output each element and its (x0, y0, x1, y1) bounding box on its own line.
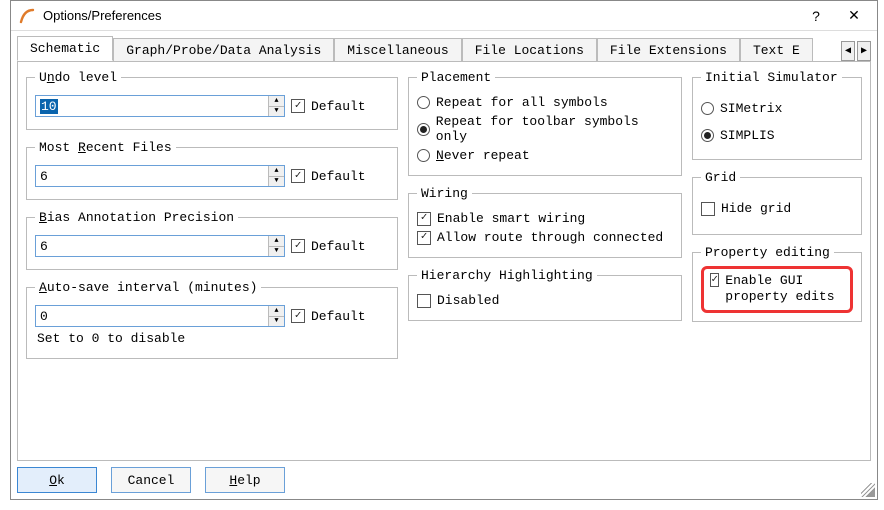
spin-down-icon[interactable]: ▼ (269, 107, 284, 117)
help-button[interactable]: ? (797, 2, 835, 30)
bias-precision-spinner[interactable]: ▲▼ (35, 235, 285, 257)
recent-default-checkbox[interactable] (291, 169, 305, 183)
legend-hierarchy: Hierarchy Highlighting (417, 268, 597, 283)
undo-level-spinner[interactable]: 10 ▲▼ (35, 95, 285, 117)
tab-file-locations[interactable]: File Locations (462, 38, 597, 62)
tab-schematic[interactable]: Schematic (17, 36, 113, 61)
hide-grid-checkbox[interactable] (701, 202, 715, 216)
group-hierarchy-highlighting: Hierarchy Highlighting Disabled (408, 268, 682, 321)
dialog-footer: Ok Cancel Help (17, 467, 285, 493)
group-wiring: Wiring Enable smart wiring Allow route t… (408, 186, 682, 258)
group-bias-precision: Bias Annotation Precision ▲▼ Default (26, 210, 398, 270)
simetrix-radio[interactable] (701, 102, 714, 115)
route-through-checkbox[interactable] (417, 231, 431, 245)
titlebar[interactable]: Options/Preferences ? ✕ (11, 1, 877, 31)
group-initial-simulator: Initial Simulator SIMetrix SIMPLIS (692, 70, 862, 160)
simplis-label: SIMPLIS (720, 128, 775, 143)
spin-down-icon[interactable]: ▼ (269, 317, 284, 327)
resize-grip-icon[interactable] (861, 483, 875, 497)
legend-autosave: Auto-save interval (minutes) (35, 280, 261, 295)
smart-wiring-label: Enable smart wiring (437, 211, 585, 226)
placement-repeat-all-label: Repeat for all symbols (436, 95, 608, 110)
tab-scroll-arrows: ◀ ▶ (841, 41, 871, 61)
recent-files-spinner[interactable]: ▲▼ (35, 165, 285, 187)
highlighted-enable-gui-edits: Enable GUI property edits (701, 266, 853, 313)
spin-up-icon[interactable]: ▲ (269, 306, 284, 317)
legend-recent: Most Recent Files (35, 140, 176, 155)
autosave-spinner[interactable]: ▲▼ (35, 305, 285, 327)
simetrix-label: SIMetrix (720, 101, 782, 116)
legend-placement: Placement (417, 70, 495, 85)
legend-bias: Bias Annotation Precision (35, 210, 238, 225)
smart-wiring-checkbox[interactable] (417, 212, 431, 226)
legend-simulator: Initial Simulator (701, 70, 842, 85)
ok-button[interactable]: Ok (17, 467, 97, 493)
window-title: Options/Preferences (43, 8, 797, 23)
close-button[interactable]: ✕ (835, 2, 873, 30)
options-dialog: Options/Preferences ? ✕ Schematic Graph/… (10, 0, 878, 500)
tab-panel-schematic: Undo level 10 ▲▼ Default Most Recent Fil… (17, 61, 871, 461)
group-property-editing: Property editing Enable GUI property edi… (692, 245, 862, 322)
recent-default-label: Default (311, 169, 366, 184)
placement-repeat-toolbar-radio[interactable] (417, 123, 430, 136)
cancel-button[interactable]: Cancel (111, 467, 191, 493)
legend-grid: Grid (701, 170, 740, 185)
placement-never-repeat-label: Never repeat (436, 148, 530, 163)
bias-default-checkbox[interactable] (291, 239, 305, 253)
tab-scroll-left-icon[interactable]: ◀ (841, 41, 855, 61)
bias-default-label: Default (311, 239, 366, 254)
autosave-input[interactable] (36, 306, 268, 326)
legend-undo: Undo level (35, 70, 121, 85)
undo-default-checkbox[interactable] (291, 99, 305, 113)
route-through-label: Allow route through connected (437, 230, 663, 245)
undo-default-label: Default (311, 99, 366, 114)
group-autosave: Auto-save interval (minutes) ▲▼ Default … (26, 280, 398, 359)
tab-file-extensions[interactable]: File Extensions (597, 38, 740, 62)
spin-up-icon[interactable]: ▲ (269, 236, 284, 247)
placement-never-repeat-radio[interactable] (417, 149, 430, 162)
enable-gui-edits-checkbox[interactable] (710, 273, 719, 287)
placement-repeat-toolbar-label: Repeat for toolbar symbols only (436, 114, 673, 144)
hierarchy-disabled-label: Disabled (437, 293, 499, 308)
tab-text-editors[interactable]: Text E (740, 38, 813, 62)
enable-gui-edits-label: Enable GUI property edits (725, 273, 844, 306)
autosave-note: Set to 0 to disable (37, 331, 387, 346)
tab-misc[interactable]: Miscellaneous (334, 38, 461, 62)
autosave-default-label: Default (311, 309, 366, 324)
legend-wiring: Wiring (417, 186, 472, 201)
hierarchy-disabled-checkbox[interactable] (417, 294, 431, 308)
spin-down-icon[interactable]: ▼ (269, 177, 284, 187)
hide-grid-label: Hide grid (721, 201, 791, 216)
spin-up-icon[interactable]: ▲ (269, 96, 284, 107)
tab-graph[interactable]: Graph/Probe/Data Analysis (113, 38, 334, 62)
placement-repeat-all-radio[interactable] (417, 96, 430, 109)
recent-files-input[interactable] (36, 166, 268, 186)
legend-property: Property editing (701, 245, 834, 260)
spin-down-icon[interactable]: ▼ (269, 247, 284, 257)
tabstrip: Schematic Graph/Probe/Data Analysis Misc… (17, 35, 871, 61)
bias-precision-input[interactable] (36, 236, 268, 256)
simplis-radio[interactable] (701, 129, 714, 142)
group-undo-level: Undo level 10 ▲▼ Default (26, 70, 398, 130)
help-button-footer[interactable]: Help (205, 467, 285, 493)
spin-up-icon[interactable]: ▲ (269, 166, 284, 177)
group-recent-files: Most Recent Files ▲▼ Default (26, 140, 398, 200)
autosave-default-checkbox[interactable] (291, 309, 305, 323)
group-placement: Placement Repeat for all symbols Repeat … (408, 70, 682, 176)
tab-scroll-right-icon[interactable]: ▶ (857, 41, 871, 61)
group-grid: Grid Hide grid (692, 170, 862, 235)
app-icon (19, 8, 35, 24)
